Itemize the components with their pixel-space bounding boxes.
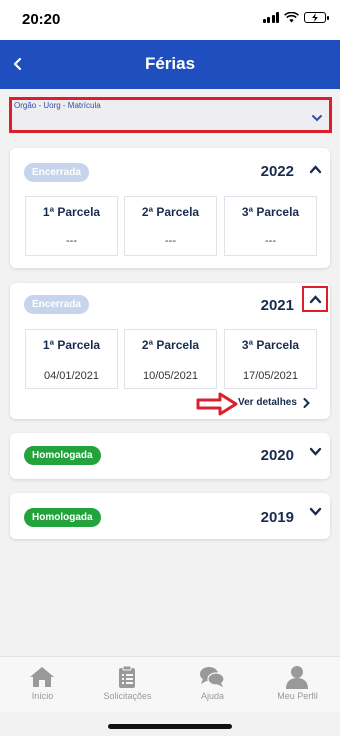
clipboard-icon xyxy=(119,665,135,688)
vacation-card-2019[interactable]: Homologada 2019 xyxy=(10,493,330,539)
parcel-title: 2ª Parcela xyxy=(141,338,200,352)
user-icon xyxy=(286,666,308,689)
parcel-2: 2ª Parcela 10/05/2021 xyxy=(124,329,217,389)
chevron-up-icon xyxy=(309,294,321,303)
expand-toggle[interactable] xyxy=(306,442,324,460)
status-bar: 20:20 xyxy=(0,0,340,40)
parcel-3: 3ª Parcela 17/05/2021 xyxy=(224,329,317,389)
parcel-1: 1ª Parcela 04/01/2021 xyxy=(25,329,118,389)
tab-label: Solicitações xyxy=(103,691,152,701)
status-time: 20:20 xyxy=(22,11,61,28)
parcel-2: 2ª Parcela --- xyxy=(124,196,217,256)
signal-icon xyxy=(262,12,279,23)
parcel-value: 04/01/2021 xyxy=(43,370,100,382)
parcel-1: 1ª Parcela --- xyxy=(25,196,118,256)
parcel-title: 2ª Parcela xyxy=(141,205,200,219)
chevron-down-icon xyxy=(309,507,321,516)
parcel-title: 3ª Parcela xyxy=(241,205,300,219)
wifi-icon xyxy=(284,12,299,23)
status-badge: Homologada xyxy=(24,508,101,527)
home-indicator xyxy=(108,724,232,729)
collapse-toggle[interactable] xyxy=(306,160,324,178)
annotation-arrow-icon xyxy=(196,392,238,416)
registration-select-label: Orgão - Uorg - Matrícula xyxy=(14,101,101,110)
tab-bar: Início Solicitações Ajuda Meu Perfil xyxy=(0,656,340,712)
chevron-right-icon xyxy=(303,397,310,408)
home-icon xyxy=(30,667,54,687)
status-badge: Encerrada xyxy=(24,163,89,182)
tab-label: Meu Perfil xyxy=(277,691,318,701)
battery-icon xyxy=(304,12,329,23)
tab-home[interactable]: Início xyxy=(0,657,85,713)
chat-icon xyxy=(200,667,225,687)
year-label: 2020 xyxy=(260,447,294,464)
parcel-value: --- xyxy=(66,235,77,247)
year-label: 2019 xyxy=(260,509,294,526)
details-link-label: Ver detalhes xyxy=(238,397,297,408)
parcel-title: 1ª Parcela xyxy=(42,205,101,219)
page-title: Férias xyxy=(144,54,196,73)
tab-requests[interactable]: Solicitações xyxy=(85,657,170,713)
chevron-down-icon xyxy=(309,447,321,456)
registration-select[interactable]: Orgão - Uorg - Matrícula xyxy=(9,97,332,133)
details-link[interactable]: Ver detalhes xyxy=(238,397,310,408)
status-badge: Homologada xyxy=(24,446,101,465)
parcel-value: --- xyxy=(265,235,276,247)
app-header: Férias xyxy=(0,40,340,89)
tab-profile[interactable]: Meu Perfil xyxy=(255,657,340,713)
parcel-value: --- xyxy=(165,235,176,247)
parcel-value: 10/05/2021 xyxy=(142,370,199,382)
parcel-title: 3ª Parcela xyxy=(241,338,300,352)
status-icons xyxy=(262,12,329,23)
expand-toggle[interactable] xyxy=(306,502,324,520)
vacation-card-2020[interactable]: Homologada 2020 xyxy=(10,433,330,479)
tab-help[interactable]: Ajuda xyxy=(170,657,255,713)
collapse-toggle[interactable] xyxy=(302,286,328,312)
vacation-card-2022: Encerrada 2022 1ª Parcela --- 2ª Parcela… xyxy=(10,148,330,268)
parcel-3: 3ª Parcela --- xyxy=(224,196,317,256)
parcel-title: 1ª Parcela xyxy=(42,338,101,352)
parcel-value: 17/05/2021 xyxy=(242,370,299,382)
year-label: 2022 xyxy=(260,163,294,180)
tab-label: Início xyxy=(31,691,54,701)
tab-label: Ajuda xyxy=(200,691,225,701)
year-label: 2021 xyxy=(260,297,294,314)
chevron-up-icon xyxy=(309,164,321,173)
status-badge: Encerrada xyxy=(24,295,89,314)
chevron-down-icon xyxy=(312,115,322,122)
